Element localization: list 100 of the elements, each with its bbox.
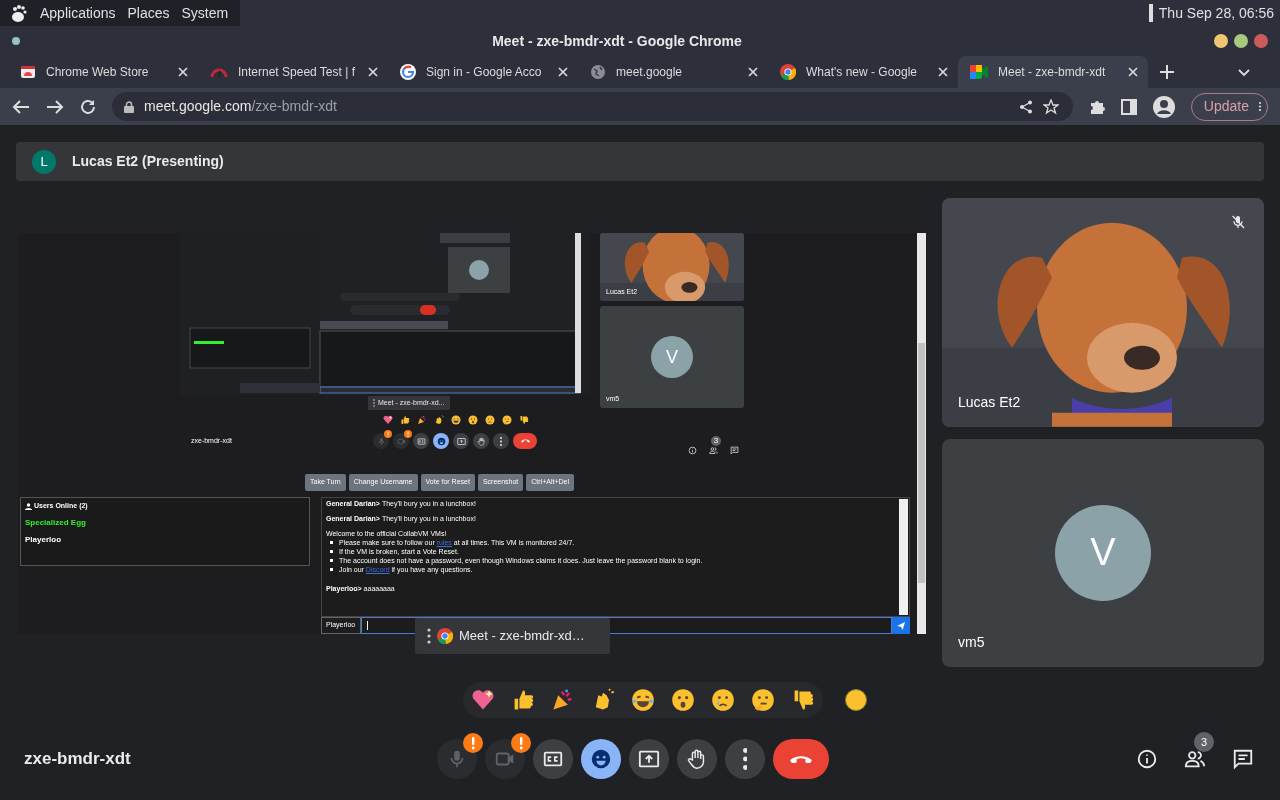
bullet-icon (330, 550, 333, 553)
profile-icon[interactable] (1152, 95, 1175, 118)
thumbs-up-icon[interactable] (400, 415, 410, 425)
warning-badge-icon (384, 430, 392, 438)
send-icon (897, 621, 905, 630)
leave-button[interactable] (773, 739, 829, 779)
thinking-face-icon[interactable] (502, 415, 512, 425)
thumbs-down-icon[interactable] (519, 415, 529, 425)
user-icon (25, 502, 32, 510)
surprised-face-icon[interactable] (671, 688, 695, 712)
camera-button[interactable] (485, 739, 525, 779)
browser-tab[interactable]: What's new - Google (768, 56, 958, 88)
drag-handle-icon (427, 628, 431, 644)
desktop-menu[interactable]: System (181, 2, 229, 24)
lock-icon (124, 100, 134, 113)
people-icon[interactable] (709, 446, 718, 455)
desktop-menu[interactable]: Places (127, 2, 170, 24)
participant-count-badge: 3 (1194, 732, 1214, 752)
forward-icon[interactable] (46, 98, 64, 115)
chat-icon[interactable] (730, 446, 739, 455)
chat-icon[interactable] (1232, 748, 1254, 770)
clapping-hands-icon[interactable] (434, 415, 444, 425)
hand-button[interactable] (677, 739, 717, 779)
thinking-face-icon[interactable] (751, 688, 775, 712)
maximize-button[interactable] (1234, 34, 1248, 48)
foot-logo-icon[interactable] (10, 3, 28, 23)
username: Playerloo (25, 533, 61, 546)
mic-button[interactable] (373, 433, 389, 449)
tab-title: Chrome Web Store (46, 64, 150, 81)
hand-button[interactable] (473, 433, 489, 449)
share-icon[interactable] (1018, 99, 1033, 114)
browser-tab[interactable]: Meet - zxe-bmdr-xdt (958, 56, 1148, 88)
star-icon[interactable] (1042, 98, 1059, 115)
close-icon[interactable] (178, 67, 188, 77)
more-button[interactable] (725, 739, 765, 779)
new-tab-icon[interactable] (1160, 65, 1174, 79)
close-button[interactable] (1254, 34, 1268, 48)
party-popper-icon[interactable] (417, 415, 427, 425)
desktop-menu[interactable]: Applications (40, 2, 116, 24)
crying-face-icon[interactable] (485, 415, 495, 425)
camera-button[interactable] (393, 433, 409, 449)
browser-tab[interactable]: Internet Speed Test | f (198, 56, 388, 88)
url: meet.google.com/zxe-bmdr-xdt (144, 97, 338, 116)
close-icon[interactable] (748, 67, 758, 77)
browser-tab[interactable]: Chrome Web Store (8, 56, 198, 88)
presenter-label: Lucas Et2 (Presenting) (72, 152, 224, 171)
reactions-button[interactable] (433, 433, 449, 449)
clock[interactable]: Thu Sep 28, 06:56 (1158, 2, 1274, 24)
present-screen-icon (456, 436, 466, 446)
leave-button[interactable] (513, 433, 537, 449)
bullet-icon (330, 559, 333, 562)
captions-button[interactable] (413, 433, 429, 449)
close-icon[interactable] (558, 67, 568, 77)
meeting-code: zxe-bmdr-xdt (24, 748, 132, 771)
present-button[interactable] (453, 433, 469, 449)
warning-badge-icon (463, 733, 483, 753)
puzzle-icon[interactable] (1088, 98, 1105, 115)
username: Specialized Egg (25, 516, 86, 529)
info-icon[interactable] (688, 446, 697, 455)
raised-hand-icon (476, 436, 486, 446)
mic-button[interactable] (437, 739, 477, 779)
surprised-face-icon[interactable] (468, 415, 478, 425)
more-button[interactable] (493, 433, 509, 449)
send-button[interactable] (892, 617, 910, 634)
people-icon[interactable] (1184, 748, 1206, 770)
back-icon[interactable] (12, 98, 30, 115)
crying-face-icon[interactable] (711, 688, 735, 712)
sparkling-heart-icon[interactable] (471, 688, 495, 712)
reactions-button[interactable] (581, 739, 621, 779)
camera-icon (396, 436, 406, 446)
close-icon[interactable] (938, 67, 948, 77)
browser-tab[interactable]: meet.google (578, 56, 768, 88)
tab-title: What's new - Google (806, 64, 918, 81)
present-button[interactable] (629, 739, 669, 779)
address-bar[interactable]: meet.google.com/zxe-bmdr-xdt (112, 92, 1073, 121)
captions-button[interactable] (533, 739, 573, 779)
close-icon[interactable] (368, 67, 378, 77)
chrome-icon (437, 628, 453, 644)
smiley-icon (436, 436, 446, 446)
globe-icon (590, 64, 606, 80)
drag-handle-icon (373, 399, 375, 407)
skin-tone-button[interactable] (845, 689, 867, 711)
tab-title: meet.google (616, 64, 684, 81)
side-panel-icon[interactable] (1120, 98, 1137, 115)
hang-up-icon (520, 439, 530, 443)
presenter-avatar: L (32, 149, 56, 174)
hang-up-icon (790, 754, 812, 764)
minimize-button[interactable] (1214, 34, 1228, 48)
browser-tab[interactable]: Sign in - Google Acco (388, 56, 578, 88)
chevron-down-icon[interactable] (1238, 69, 1250, 77)
reload-icon[interactable] (80, 98, 96, 115)
laughing-face-icon[interactable] (451, 415, 461, 425)
captions-icon (416, 436, 426, 446)
present-screen-icon (638, 748, 660, 770)
close-icon[interactable] (1128, 67, 1138, 77)
warning-badge-icon (511, 733, 531, 753)
party-popper-icon[interactable] (551, 688, 575, 712)
sparkling-heart-icon[interactable] (383, 415, 393, 425)
info-icon[interactable] (1136, 748, 1158, 770)
laughing-face-icon[interactable] (631, 688, 655, 712)
